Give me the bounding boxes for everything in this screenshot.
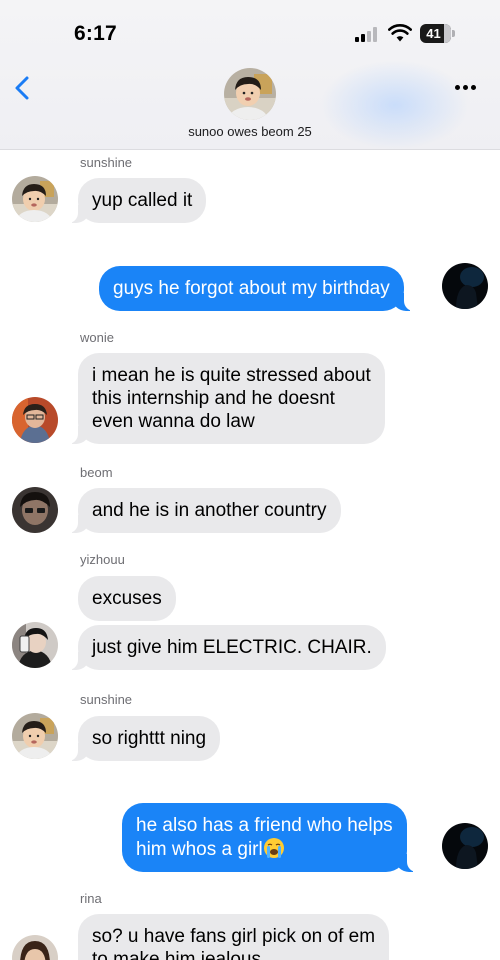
avatar-self[interactable] (442, 263, 488, 309)
message-text: just give him ELECTRIC. CHAIR. (92, 637, 372, 658)
avatar[interactable] (12, 935, 58, 960)
message-bubble[interactable]: so righttt ning (67, 716, 221, 761)
sender-name: sunshine (80, 155, 133, 170)
message-bubble[interactable]: excuses (78, 576, 176, 621)
group-avatar[interactable] (224, 68, 276, 120)
message-bubble[interactable]: yup called it (67, 178, 207, 223)
message-bubble-outgoing[interactable]: he also has a friend who helps him whos … (122, 803, 417, 872)
message-bubble-outgoing[interactable]: guys he forgot about my birthday (99, 266, 414, 311)
back-button[interactable] (10, 72, 38, 104)
message-line: him whos a girl (136, 839, 263, 860)
battery-level: 41 (426, 26, 441, 41)
message-text: yup called it (92, 190, 193, 211)
message-bubble[interactable]: just give him ELECTRIC. CHAIR. (68, 625, 386, 670)
sender-name: yizhouu (80, 552, 125, 567)
message-line: i mean he is quite stressed about (92, 365, 371, 386)
avatar[interactable] (12, 397, 58, 443)
message-bubble[interactable]: i mean he is quite stressed about this i… (68, 353, 385, 444)
sender-name: wonie (80, 330, 114, 345)
conversation-header: 6:17 41 sunoo owes beom 25 (0, 0, 500, 150)
avatar[interactable] (12, 713, 58, 759)
group-name: sunoo owes beom 25 (188, 124, 312, 139)
message-bubble[interactable]: so? u have fans girl pick on of em to ma… (78, 914, 390, 960)
battery-icon: 41 (420, 24, 455, 43)
avatar[interactable] (12, 622, 58, 668)
sender-name: rina (80, 891, 102, 906)
avatar[interactable] (12, 176, 58, 222)
message-text: and he is in another country (92, 500, 327, 521)
cellular-signal-icon (355, 26, 379, 42)
message-line: this internship and he doesnt (92, 388, 335, 409)
message-line: even wanna do law (92, 411, 255, 432)
status-time: 6:17 (74, 22, 117, 45)
avatar-self[interactable] (442, 823, 488, 869)
message-text: excuses (92, 588, 162, 609)
more-options-button[interactable] (452, 78, 480, 98)
message-text: so righttt ning (92, 728, 207, 749)
back-chevron-icon (15, 76, 29, 100)
wifi-icon (388, 24, 412, 42)
message-line: so? u have fans girl pick on of em (92, 926, 376, 947)
sender-name: beom (80, 465, 113, 480)
message-text: guys he forgot about my birthday (113, 278, 390, 299)
message-bubble[interactable]: and he is in another country (68, 488, 341, 533)
avatar[interactable] (12, 487, 58, 533)
message-line: he also has a friend who helps (136, 815, 393, 836)
sender-name: sunshine (80, 692, 133, 707)
message-line: to make him jealous (92, 949, 261, 960)
loudly-crying-face-emoji (263, 838, 284, 858)
